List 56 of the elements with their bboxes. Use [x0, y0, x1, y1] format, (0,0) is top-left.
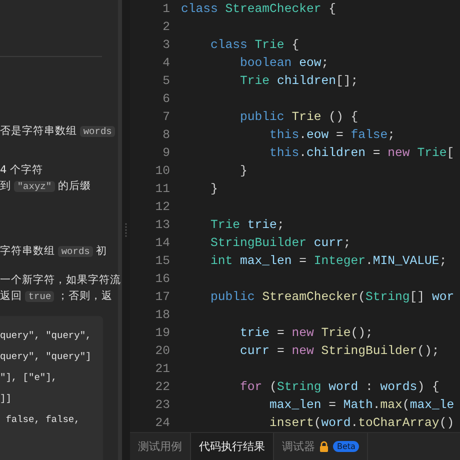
code-line: max_len = Math.max(max_le	[268, 398, 454, 412]
line-number: 3	[162, 38, 170, 52]
code-line: public Trie () {	[239, 110, 358, 124]
code-line: class Trie {	[210, 38, 300, 52]
example-line: ]]	[0, 392, 12, 406]
line-number: 5	[162, 74, 170, 88]
code-line: Trie children[];	[239, 74, 358, 88]
code-line: }	[210, 182, 218, 196]
line-number: 4	[162, 56, 170, 70]
code-line: curr = new StringBuilder();	[239, 344, 440, 358]
description-text: 返回 true ；否则，返	[0, 289, 114, 304]
panel-tab[interactable]: 调试器 Beta	[274, 433, 368, 460]
description-text: 一个新字符，如果字符流	[0, 273, 118, 288]
example-line: "], ["e"],	[0, 371, 58, 385]
line-number: 21	[154, 362, 170, 376]
panel-tab[interactable]: 代码执行结果	[191, 433, 274, 460]
line-number: 15	[154, 254, 170, 268]
example-line: false, false,	[4, 413, 81, 427]
line-number: 17	[154, 290, 170, 304]
line-number: 24	[154, 416, 170, 430]
code-line: class StreamChecker {	[180, 2, 336, 16]
line-number: 9	[162, 146, 170, 160]
code-line: }	[239, 164, 248, 178]
line-number: 16	[154, 272, 170, 286]
code-line: insert(word.toCharArray()	[268, 416, 454, 430]
description-text: 4 个字符	[0, 163, 44, 178]
code-line: this.eow = false;	[268, 128, 396, 142]
line-number: 8	[162, 128, 170, 142]
line-number: 18	[154, 308, 170, 322]
beta-badge: Beta	[333, 441, 360, 452]
line-number: 11	[154, 182, 170, 196]
line-number: 23	[154, 398, 170, 412]
code-line: trie = new Trie();	[239, 326, 373, 340]
code-line: boolean eow;	[239, 56, 329, 70]
description-text: 到 "axyz" 的后缀	[0, 179, 92, 194]
code-line: this.children = new Trie[	[268, 146, 454, 160]
example-line: query", "query",	[0, 329, 92, 343]
line-number: 1	[162, 2, 170, 16]
line-number: 12	[154, 200, 170, 214]
line-number: 2	[162, 20, 170, 34]
line-number: 22	[154, 380, 170, 394]
line-number: 14	[154, 236, 170, 250]
line-number: 10	[154, 164, 170, 178]
line-number: 6	[162, 92, 170, 106]
example-line: query", "query"]	[0, 350, 92, 364]
description-text: 字符串数组 words 初	[0, 244, 108, 259]
code-line: StringBuilder curr;	[210, 236, 351, 250]
code-line: for (String word : words) {	[239, 380, 440, 394]
code-line: public StreamChecker(String[] wor	[210, 290, 454, 304]
line-number: 7	[162, 110, 170, 124]
line-number: 13	[154, 218, 170, 232]
line-number: 19	[154, 326, 170, 340]
code-line: int max_len = Integer.MIN_VALUE;	[210, 254, 447, 268]
description-text: 否是字符串数组 words	[0, 123, 118, 140]
code-line: Trie trie;	[210, 218, 284, 232]
line-number: 20	[154, 344, 170, 358]
